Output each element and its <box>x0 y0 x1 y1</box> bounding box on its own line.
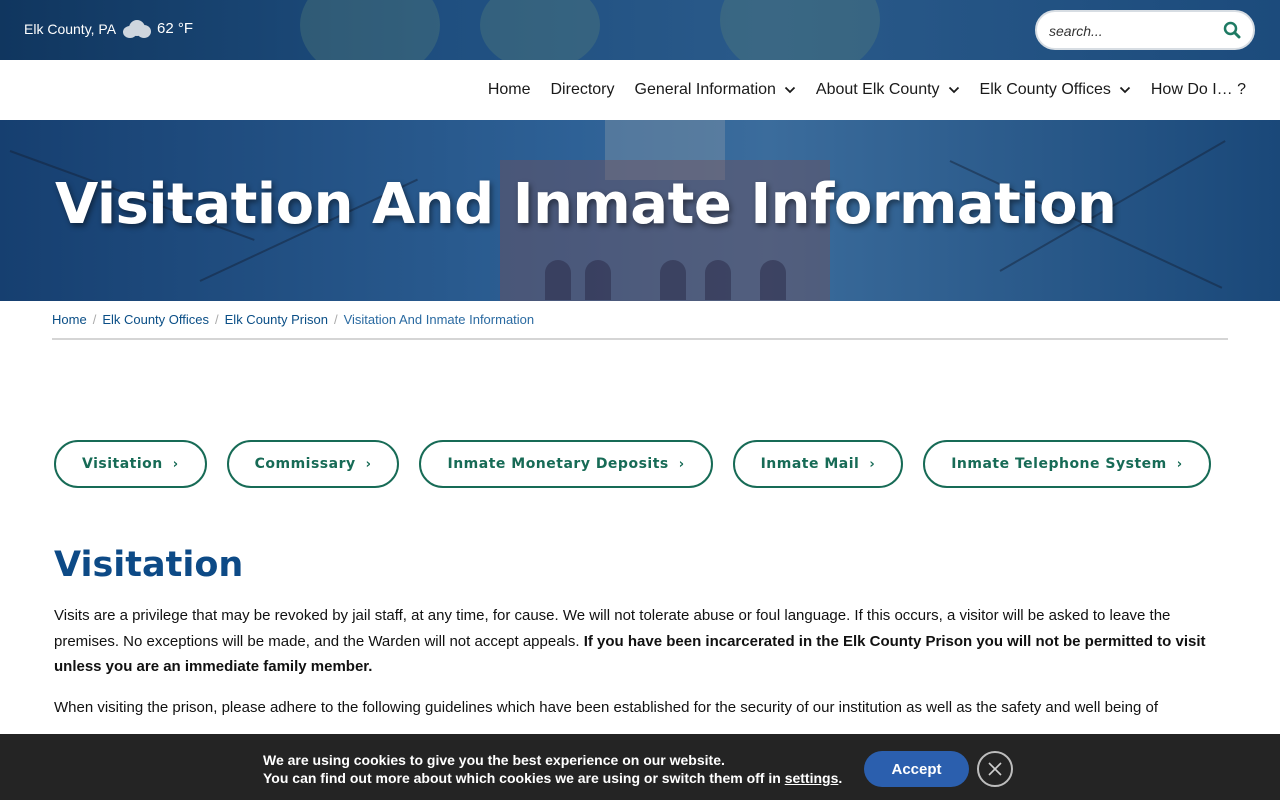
nav-item-how-do-i[interactable]: How Do I… ? <box>1151 81 1246 99</box>
breadcrumb-separator: / <box>215 312 219 327</box>
section-buttons: Visitation › Commissary › Inmate Monetary De… <box>54 440 1211 488</box>
cloud-icon <box>121 18 151 38</box>
background-tree <box>300 0 440 60</box>
nav-list: Home Directory General Information About El… <box>488 60 1246 120</box>
building-window <box>585 260 611 300</box>
close-cookie-button[interactable] <box>977 751 1013 787</box>
section-button-inmate-telephone-system[interactable]: Inmate Telephone System › <box>923 440 1211 488</box>
chevron-right-icon: › <box>172 456 179 472</box>
building-window <box>660 260 686 300</box>
nav-item-label: Directory <box>550 81 615 98</box>
breadcrumb: Home / Elk County Offices / Elk County Priso… <box>52 312 1228 340</box>
temperature-label: 62 °F <box>157 19 194 37</box>
chevron-down-icon <box>1119 86 1130 94</box>
search-icon[interactable] <box>1223 21 1241 39</box>
breadcrumb-link[interactable]: Elk County Prison <box>225 312 328 338</box>
visitation-paragraph: Visits are a privilege that may be revok… <box>54 603 1224 680</box>
section-button-inmate-mail[interactable]: Inmate Mail › <box>732 440 904 488</box>
close-icon <box>988 762 1002 776</box>
chevron-right-icon: › <box>365 456 372 472</box>
nav-item-label: Home <box>487 81 531 98</box>
section-button-label: Inmate Monetary Deposits <box>447 456 669 472</box>
guidelines-paragraph: When visiting the prison, please adhere … <box>54 698 1158 716</box>
cookie-message: We are using cookies to give you the bes… <box>263 751 842 787</box>
background-tree <box>720 0 880 60</box>
section-button-label: Inmate Telephone System <box>951 456 1167 472</box>
building-window <box>705 260 731 300</box>
cookie-line-2-suffix: . <box>838 770 843 786</box>
section-button-label: Inmate Mail <box>760 456 860 472</box>
breadcrumb-separator: / <box>92 312 97 327</box>
nav-item-label: General Information <box>634 81 776 98</box>
nav-item-directory[interactable]: Directory <box>551 81 615 99</box>
chevron-right-icon: › <box>869 456 876 472</box>
nav-item-general-information[interactable]: General Information <box>635 81 796 99</box>
breadcrumb-separator: / <box>333 312 338 327</box>
cookie-line-2-text: You can find out more about which cookie… <box>263 770 785 786</box>
section-button-label: Commissary <box>254 456 356 472</box>
breadcrumb-current: Visitation And Inmate Information <box>343 312 535 327</box>
nav-item-label: How Do I… ? <box>1150 81 1246 98</box>
section-button-visitation[interactable]: Visitation › <box>54 440 207 488</box>
top-utility-bar: Elk County, PA 62 °F <box>0 0 1280 60</box>
chevron-down-icon <box>784 86 796 94</box>
cookie-banner: We are using cookies to give you the bes… <box>0 734 1280 800</box>
main-nav: Home Directory General Information About El… <box>0 60 1280 120</box>
building-window <box>760 260 786 300</box>
cookie-line-1: We are using cookies to give you the bes… <box>263 752 725 768</box>
section-heading: Visitation <box>54 545 244 585</box>
location-label: Elk County, PA <box>24 21 117 37</box>
cookie-line-2: You can find out more about which cookie… <box>263 769 842 787</box>
section-button-label: Visitation <box>82 456 163 472</box>
breadcrumb-link[interactable]: Home <box>52 312 87 338</box>
section-button-commissary[interactable]: Commissary › <box>226 440 400 488</box>
weather-widget: 62 °F <box>121 18 193 38</box>
background-tree <box>480 0 600 60</box>
search-input[interactable] <box>1049 21 1219 41</box>
chevron-right-icon: › <box>1176 456 1183 472</box>
nav-item-home[interactable]: Home <box>488 81 531 99</box>
nav-item-label: About Elk County <box>815 81 940 98</box>
nav-item-label: Elk County Offices <box>979 81 1111 98</box>
section-button-inmate-monetary-deposits[interactable]: Inmate Monetary Deposits › <box>419 440 713 488</box>
nav-item-elk-county-offices[interactable]: Elk County Offices <box>980 81 1131 99</box>
cookie-settings-link[interactable]: settings <box>785 770 839 786</box>
chevron-down-icon <box>948 86 959 94</box>
page-title: Visitation And Inmate Information <box>55 172 1117 237</box>
nav-item-about-elk-county[interactable]: About Elk County <box>816 81 960 99</box>
accept-cookies-button[interactable]: Accept <box>864 751 969 787</box>
chevron-right-icon: › <box>678 456 685 472</box>
breadcrumb-link[interactable]: Elk County Offices <box>102 312 209 338</box>
building-window <box>545 260 571 300</box>
search-box <box>1035 10 1255 50</box>
main-content: Visitation Visits are a privilege that m… <box>54 545 1224 735</box>
